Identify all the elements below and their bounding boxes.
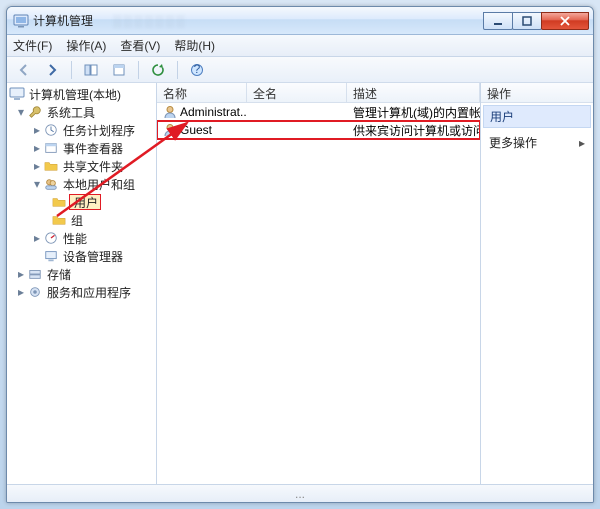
show-hide-tree-button[interactable] <box>80 59 102 81</box>
minimize-button[interactable] <box>483 12 513 30</box>
tree-users[interactable]: 用户 <box>7 193 156 211</box>
actions-more-label: 更多操作 <box>489 134 537 151</box>
tree-label: 组 <box>71 212 83 229</box>
body: 计算机管理(本地) ▾ 系统工具 ▸ 任务计划程序 ▸ 事件查看器 ▸ 共享文件 <box>7 83 593 484</box>
menubar: 文件(F) 操作(A) 查看(V) 帮助(H) <box>7 35 593 57</box>
cell-name: Guest <box>157 123 247 137</box>
tree-device-manager[interactable]: 设备管理器 <box>7 247 156 265</box>
event-icon <box>43 140 59 156</box>
actions-pane: 操作 用户 更多操作 ▸ <box>481 83 593 484</box>
tree-label: 存储 <box>47 266 71 283</box>
tree-label: 性能 <box>63 230 87 247</box>
list-pane: 名称 全名 描述 Administrat... 管理计算机(域)的内置帐户 <box>157 83 481 484</box>
wrench-icon <box>27 104 43 120</box>
computer-icon <box>9 86 25 102</box>
column-header-name[interactable]: 名称 <box>157 83 247 102</box>
tree-pane[interactable]: 计算机管理(本地) ▾ 系统工具 ▸ 任务计划程序 ▸ 事件查看器 ▸ 共享文件 <box>7 83 157 484</box>
tree-label: 系统工具 <box>47 104 95 121</box>
tree-system-tools[interactable]: ▾ 系统工具 <box>7 103 156 121</box>
window-title: 计算机管理 <box>33 12 93 29</box>
title-blur-decor: ░░░░░░░ <box>113 14 187 28</box>
toolbar: ? <box>7 57 593 83</box>
expand-icon[interactable]: ▸ <box>31 160 43 172</box>
folder-icon <box>51 212 67 228</box>
menu-help[interactable]: 帮助(H) <box>174 37 215 54</box>
maximize-button[interactable] <box>512 12 542 30</box>
actions-body: 用户 更多操作 ▸ <box>481 103 593 484</box>
tree-label: 服务和应用程序 <box>47 284 131 301</box>
tree-label: 事件查看器 <box>63 140 123 157</box>
shared-folder-icon <box>43 158 59 174</box>
tree-label: 设备管理器 <box>63 248 123 265</box>
expand-icon[interactable]: ▸ <box>31 124 43 136</box>
toolbar-separator <box>177 61 178 79</box>
refresh-button[interactable] <box>147 59 169 81</box>
actions-heading: 用户 <box>483 105 591 128</box>
statusbar: ... <box>7 484 593 502</box>
properties-button[interactable] <box>108 59 130 81</box>
folder-icon <box>51 194 67 210</box>
window-frame: 计算机管理 ░░░░░░░ 文件(F) 操作(A) 查看(V) 帮助(H) ? <box>6 6 594 503</box>
tree-storage[interactable]: ▸ 存储 <box>7 265 156 283</box>
toolbar-separator <box>71 61 72 79</box>
back-button[interactable] <box>13 59 35 81</box>
tree-groups[interactable]: 组 <box>7 211 156 229</box>
actions-more[interactable]: 更多操作 ▸ <box>481 130 593 155</box>
help-button[interactable]: ? <box>186 59 208 81</box>
table-row[interactable]: Guest 供来宾访问计算机或访问域的内... <box>157 121 480 139</box>
tree-label: 本地用户和组 <box>63 176 135 193</box>
cell-text: Administrat... <box>180 105 247 119</box>
tree-shared-folders[interactable]: ▸ 共享文件夹 <box>7 157 156 175</box>
tree-task-scheduler[interactable]: ▸ 任务计划程序 <box>7 121 156 139</box>
collapse-icon[interactable]: ▾ <box>15 106 27 118</box>
performance-icon <box>43 230 59 246</box>
tree-services-apps[interactable]: ▸ 服务和应用程序 <box>7 283 156 301</box>
column-header-desc[interactable]: 描述 <box>347 83 480 102</box>
svg-text:?: ? <box>194 63 201 76</box>
actions-title: 操作 <box>481 83 593 103</box>
titlebar[interactable]: 计算机管理 ░░░░░░░ <box>7 7 593 35</box>
tree-event-viewer[interactable]: ▸ 事件查看器 <box>7 139 156 157</box>
chevron-right-icon: ▸ <box>579 136 585 150</box>
app-icon <box>13 13 29 29</box>
cell-text: Guest <box>180 123 212 137</box>
user-icon <box>163 123 177 137</box>
clock-icon <box>43 122 59 138</box>
expand-icon[interactable]: ▸ <box>15 286 27 298</box>
toolbar-separator <box>138 61 139 79</box>
users-group-icon <box>43 176 59 192</box>
tree-local-users-groups[interactable]: ▾ 本地用户和组 <box>7 175 156 193</box>
expand-icon[interactable]: ▸ <box>15 268 27 280</box>
tree-label: 共享文件夹 <box>63 158 123 175</box>
cell-desc: 管理计算机(域)的内置帐户 <box>347 104 480 121</box>
list-header: 名称 全名 描述 <box>157 83 480 103</box>
menu-view[interactable]: 查看(V) <box>120 37 160 54</box>
tree-label: 任务计划程序 <box>63 122 135 139</box>
expand-icon[interactable]: ▸ <box>31 142 43 154</box>
cell-desc: 供来宾访问计算机或访问域的内... <box>347 122 480 139</box>
expand-icon[interactable]: ▸ <box>31 232 43 244</box>
collapse-icon[interactable]: ▾ <box>31 178 43 190</box>
device-manager-icon <box>43 248 59 264</box>
middle-wrap: 名称 全名 描述 Administrat... 管理计算机(域)的内置帐户 <box>157 83 593 484</box>
tree-label: 用户 <box>74 194 98 211</box>
storage-icon <box>27 266 43 282</box>
window-controls <box>484 12 589 30</box>
services-icon <box>27 284 43 300</box>
forward-button[interactable] <box>41 59 63 81</box>
tree-users-highlight: 用户 <box>69 194 101 210</box>
menu-file[interactable]: 文件(F) <box>13 37 52 54</box>
close-button[interactable] <box>541 12 589 30</box>
cell-name: Administrat... <box>157 105 247 119</box>
table-row[interactable]: Administrat... 管理计算机(域)的内置帐户 <box>157 103 480 121</box>
tree-label: 计算机管理(本地) <box>29 86 121 103</box>
list-rows[interactable]: Administrat... 管理计算机(域)的内置帐户 Guest 供来宾访问… <box>157 103 480 484</box>
statusbar-text: ... <box>295 487 305 501</box>
column-header-fullname[interactable]: 全名 <box>247 83 347 102</box>
menu-action[interactable]: 操作(A) <box>66 37 106 54</box>
user-icon <box>163 105 177 119</box>
tree-performance[interactable]: ▸ 性能 <box>7 229 156 247</box>
tree-root[interactable]: 计算机管理(本地) <box>7 85 156 103</box>
